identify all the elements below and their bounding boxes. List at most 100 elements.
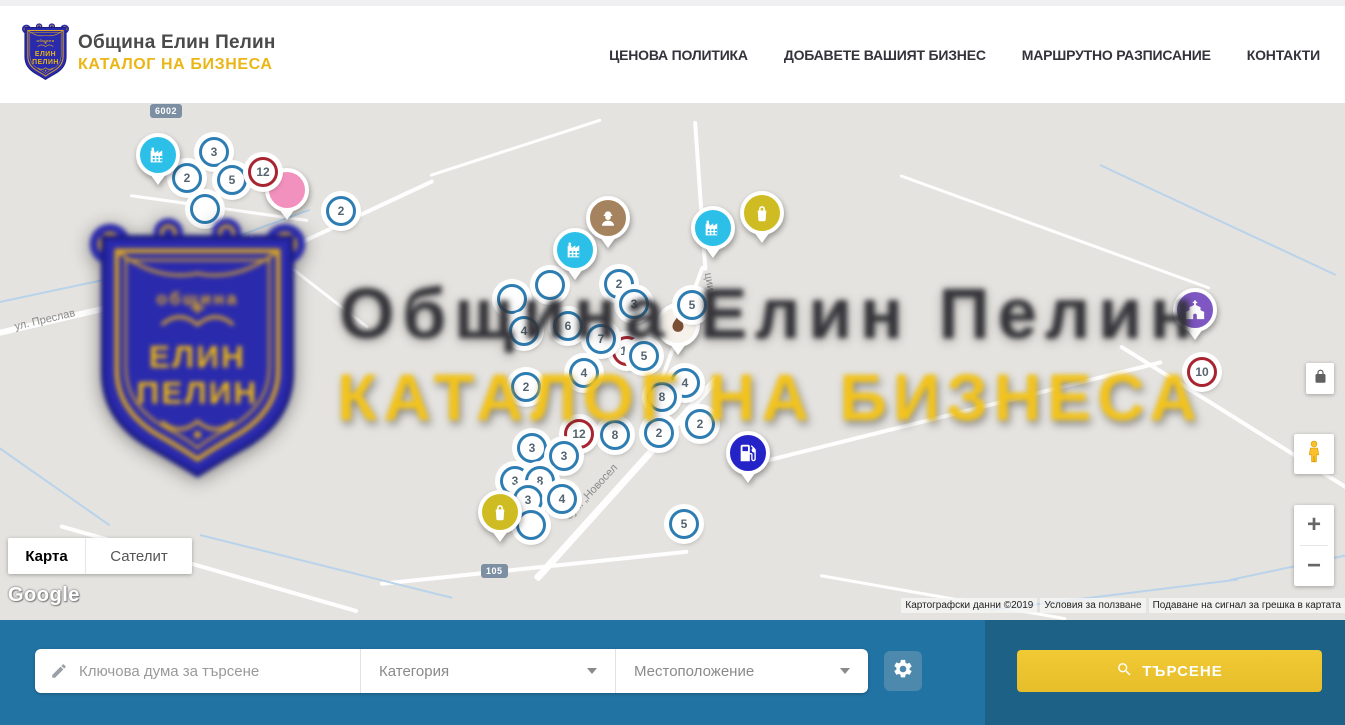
map-attribution: Картографски данни ©2019 Условия за полз… — [901, 598, 1345, 613]
road-line — [430, 118, 602, 176]
fuel-place-marker[interactable] — [726, 431, 770, 485]
watermark-title: Община Елин Пелин — [330, 274, 1210, 355]
shopping-bag-place-marker[interactable] — [740, 191, 784, 245]
marker-tail — [567, 269, 583, 280]
chevron-down-icon — [840, 668, 850, 674]
advanced-settings-button[interactable] — [884, 651, 922, 691]
google-logo[interactable]: Google — [8, 584, 80, 607]
map-canvas[interactable]: ул. Преславбул. „Новоселции6002105 32512… — [0, 104, 1345, 620]
church-place-marker[interactable] — [1173, 288, 1217, 342]
cluster-marker[interactable]: 4 — [547, 484, 577, 514]
zoom-in-button[interactable]: + — [1294, 505, 1334, 545]
zoom-out-button[interactable]: − — [1294, 546, 1334, 586]
category-select-value: Категория — [379, 663, 449, 680]
chevron-down-icon — [587, 668, 597, 674]
cluster-marker[interactable]: 12 — [248, 157, 278, 187]
road-line — [533, 377, 719, 582]
watermark-subtitle: КАТАЛОГ НА БИЗНЕСА — [335, 359, 1205, 435]
cluster-marker[interactable]: 8 — [600, 420, 630, 450]
stream-line — [200, 534, 453, 599]
cluster-marker[interactable]: 3 — [199, 137, 229, 167]
pencil-icon — [50, 662, 68, 680]
road-line — [249, 234, 369, 329]
cluster-marker[interactable]: 3 — [549, 441, 579, 471]
fuel-icon — [726, 431, 770, 475]
location-select-value: Местоположение — [634, 663, 754, 680]
nav-item-pricing[interactable]: ЦЕНОВА ПОЛИТИКА — [609, 47, 748, 63]
keyword-search-input[interactable] — [35, 649, 360, 693]
cluster-marker[interactable]: 4 — [569, 358, 599, 388]
nav-item-route-schedule[interactable]: МАРШРУТНО РАЗПИСАНИЕ — [1022, 47, 1211, 63]
stream-line — [0, 444, 110, 526]
cluster-marker[interactable] — [190, 194, 220, 224]
cluster-marker[interactable]: 5 — [629, 341, 659, 371]
attribution-terms-link[interactable]: Условия за ползване — [1040, 598, 1145, 613]
brand-logo-link[interactable]: община ЕЛИН ПЕЛИН Община Елин Пелин КАТА… — [21, 22, 276, 84]
cluster-marker[interactable]: 2 — [511, 372, 541, 402]
cluster-marker[interactable]: 5 — [669, 509, 699, 539]
factory-icon — [553, 228, 597, 272]
factory-place-marker[interactable] — [553, 228, 597, 282]
marker-tail — [600, 237, 616, 248]
page: община ЕЛИН ПЕЛИН Община Елин Пелин КАТА… — [0, 0, 1345, 725]
attribution-report-error-link[interactable]: Подаване на сигнал за грешка в картата — [1149, 598, 1345, 613]
attribution-copyright: Картографски данни ©2019 — [901, 598, 1037, 613]
road-line — [745, 360, 1163, 468]
marker-tail — [705, 247, 721, 258]
cluster-marker[interactable]: 3 — [619, 289, 649, 319]
street-label: ции — [702, 272, 717, 292]
cluster-marker[interactable]: 5 — [217, 165, 247, 195]
svg-text:ЕЛИН: ЕЛИН — [35, 51, 56, 58]
factory-place-marker[interactable] — [136, 133, 180, 187]
cluster-marker[interactable]: 10 — [1187, 357, 1217, 387]
factory-place-marker[interactable] — [691, 206, 735, 260]
church-icon — [1173, 288, 1217, 332]
marker-tail — [740, 472, 756, 483]
cluster-marker[interactable]: 2 — [685, 409, 715, 439]
municipality-crest-logo: община ЕЛИН ПЕЛИН — [21, 22, 70, 84]
svg-text:ПЕЛИН: ПЕЛИН — [137, 375, 259, 410]
cluster-marker[interactable] — [497, 284, 527, 314]
factory-icon — [136, 133, 180, 177]
lock-icon — [1313, 369, 1328, 389]
search-bar: Категория Местоположение ТЪРСЕНЕ — [0, 620, 1345, 725]
header: община ЕЛИН ПЕЛИН Община Елин Пелин КАТА… — [0, 0, 1345, 104]
road-line — [820, 574, 1067, 620]
pegman-icon — [1301, 439, 1327, 470]
shopping-bag-icon — [740, 191, 784, 235]
search-button[interactable]: ТЪРСЕНЕ — [1017, 650, 1322, 692]
marker-tail — [150, 174, 166, 185]
cluster-marker[interactable]: 5 — [677, 290, 707, 320]
pegman-button[interactable] — [1294, 434, 1334, 474]
nav-item-add-business[interactable]: ДОБАВЕТЕ ВАШИЯТ БИЗНЕС — [784, 47, 986, 63]
shopping-bag-icon — [478, 490, 522, 534]
road-line — [380, 550, 689, 586]
category-select[interactable]: Категория — [360, 649, 615, 693]
marker-tail — [754, 232, 770, 243]
road-line — [0, 276, 234, 338]
location-select[interactable]: Местоположение — [615, 649, 868, 693]
filter-box: Категория Местоположение — [35, 649, 868, 693]
cluster-marker[interactable]: 2 — [326, 196, 356, 226]
street-view-lock-button[interactable] — [1306, 363, 1334, 394]
street-label: ул. Преслав — [13, 307, 76, 333]
cluster-marker[interactable]: 3 — [517, 433, 547, 463]
map-type-satellite-button[interactable]: Сателит — [86, 538, 192, 574]
cluster-marker[interactable]: 2 — [644, 418, 674, 448]
cluster-marker[interactable]: 8 — [647, 382, 677, 412]
marker-tail — [670, 344, 686, 355]
map-type-map-button[interactable]: Карта — [8, 538, 86, 574]
road-number-badge: 105 — [481, 564, 508, 578]
nav-item-contacts[interactable]: КОНТАКТИ — [1247, 47, 1320, 63]
search-icon — [1116, 661, 1133, 682]
cluster-marker[interactable]: 6 — [553, 311, 583, 341]
svg-text:ПЕЛИН: ПЕЛИН — [32, 59, 59, 66]
brand-title: Община Елин Пелин — [78, 32, 276, 54]
cluster-marker[interactable]: 4 — [509, 316, 539, 346]
zoom-control: + − — [1294, 505, 1334, 586]
cluster-marker[interactable]: 7 — [586, 324, 616, 354]
road-line — [899, 174, 1210, 290]
shopping-bag-place-marker[interactable] — [478, 490, 522, 544]
svg-text:ЕЛИН: ЕЛИН — [149, 339, 246, 374]
keyword-cell — [35, 649, 360, 693]
